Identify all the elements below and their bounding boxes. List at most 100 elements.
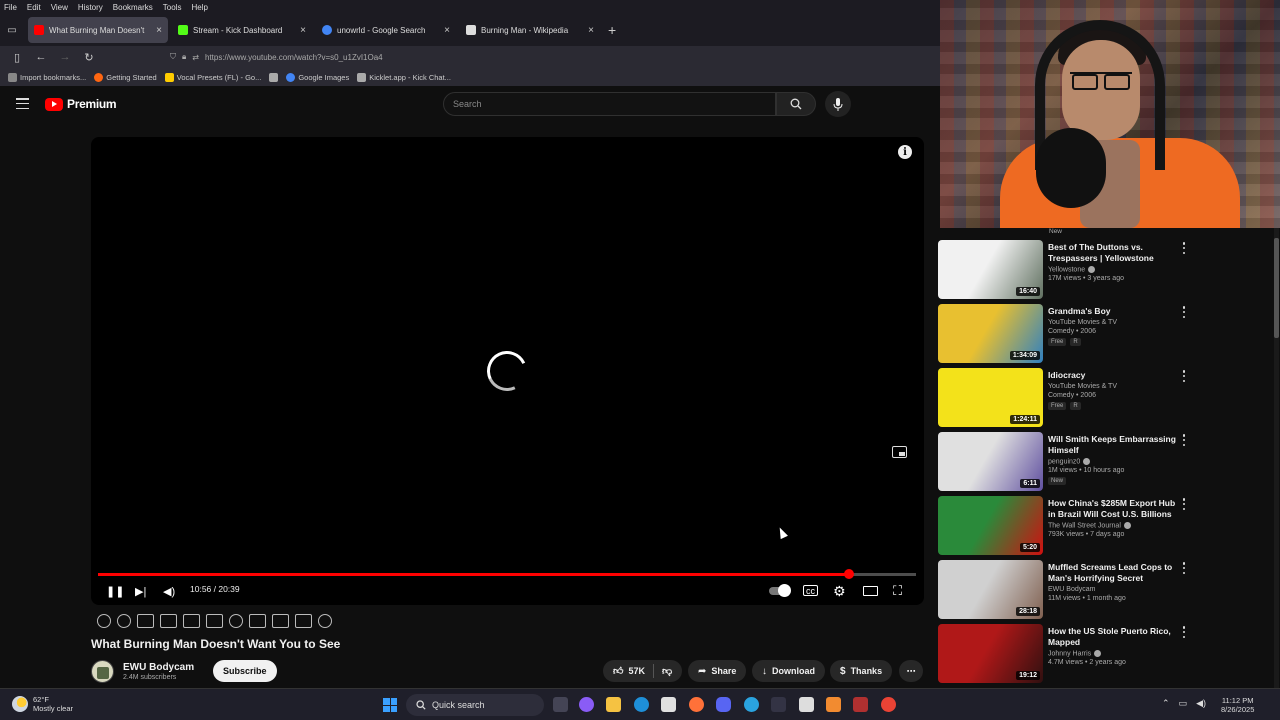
close-tab-icon[interactable]: × xyxy=(300,25,306,36)
list-item[interactable]: 1:34:09 Grandma's Boy YouTube Movies & TV C… xyxy=(938,304,1280,364)
chrome-icon[interactable] xyxy=(881,697,896,712)
video-title[interactable]: How China's $285M Export Hub in Brazil W… xyxy=(1048,498,1176,520)
add-box-icon[interactable] xyxy=(249,613,266,628)
shield-icon[interactable]: ⛉ xyxy=(170,52,176,62)
autoplay-toggle[interactable] xyxy=(769,583,791,599)
loop-icon[interactable] xyxy=(97,613,111,628)
app-icon[interactable] xyxy=(853,697,868,712)
clock[interactable]: 11:12 PM 8/26/2025 xyxy=(1221,696,1254,714)
url-bar[interactable]: ⛉ 🔒︎ ⇄ https://www.youtube.com/watch?v=s… xyxy=(170,48,930,66)
video-title[interactable]: Best of The Duttons vs. Trespassers | Ye… xyxy=(1048,242,1176,264)
scrollbar-thumb[interactable] xyxy=(1274,238,1279,338)
subscribe-button[interactable]: Subscribe xyxy=(213,660,277,682)
list-item[interactable]: 5:20 How China's $285M Export Hub in Braz… xyxy=(938,496,1280,556)
menu-file[interactable]: File xyxy=(4,3,17,12)
share-button[interactable]: ➦ Share xyxy=(688,660,747,682)
voice-search-button[interactable] xyxy=(825,91,851,117)
video-thumbnail[interactable]: 6:11 xyxy=(938,432,1043,491)
list-item[interactable]: 6:11 Will Smith Keeps Embarrassing Himsel… xyxy=(938,432,1280,492)
video-title[interactable]: Will Smith Keeps Embarrassing Himself xyxy=(1048,434,1176,456)
menu-view[interactable]: View xyxy=(51,3,68,12)
dislike-icon[interactable]: 👎︎ xyxy=(662,665,672,677)
audio-icon[interactable] xyxy=(117,613,131,628)
subtitles-icon[interactable]: cc xyxy=(803,585,818,596)
more-options-icon[interactable] xyxy=(1182,306,1186,318)
back-icon[interactable]: ← xyxy=(32,48,50,66)
network-icon[interactable]: ▭ xyxy=(1179,698,1188,709)
start-button[interactable] xyxy=(383,698,397,712)
channel-name[interactable]: EWU Bodycam xyxy=(123,662,213,673)
vlc-icon[interactable] xyxy=(826,697,841,712)
menu-history[interactable]: History xyxy=(78,3,103,12)
search-input[interactable]: Search xyxy=(443,92,776,116)
keyboard-icon[interactable] xyxy=(295,613,312,628)
list-item[interactable]: 16:40 Best of The Duttons vs. Trespassers… xyxy=(938,240,1280,300)
menu-help[interactable]: Help xyxy=(191,3,207,12)
list-item[interactable]: 28:18 Muffled Screams Lead Cops to Man's … xyxy=(938,560,1280,620)
window-icon[interactable] xyxy=(206,613,223,628)
next-icon[interactable]: ▶︎| xyxy=(135,583,146,599)
tab-youtube[interactable]: What Burning Man Doesn't × xyxy=(28,17,168,43)
tab-kick[interactable]: Stream - Kick Dashboard × xyxy=(172,17,312,43)
video-thumbnail[interactable]: 1:34:09 xyxy=(938,304,1043,363)
info-icon[interactable]: i xyxy=(898,145,912,159)
menu-icon[interactable] xyxy=(16,98,29,109)
discord-icon[interactable] xyxy=(716,697,731,712)
list-item[interactable]: 1:24:11 Idiocracy YouTube Movies & TV Comed… xyxy=(938,368,1280,428)
like-icon[interactable]: 👍︎ xyxy=(613,665,623,677)
tab-google[interactable]: unowrld - Google Search × xyxy=(316,17,456,43)
telegram-icon[interactable] xyxy=(744,697,759,712)
volume-icon[interactable]: ◀︎) xyxy=(163,583,175,599)
video-player[interactable]: i ❚❚ ▶︎| ◀︎) 10:56 / 20:39 cc ⚙ ⛶ xyxy=(91,137,924,605)
video-title[interactable]: Muffled Screams Lead Cops to Man's Horri… xyxy=(1048,562,1176,584)
download-button[interactable]: ↓ Download xyxy=(752,660,825,682)
channel-name[interactable]: YouTube Movies & TV xyxy=(1048,383,1176,390)
camera-icon[interactable] xyxy=(272,613,289,628)
forward-icon[interactable]: → xyxy=(56,48,74,66)
more-actions-button[interactable]: ⋯ xyxy=(899,660,923,682)
taskbar-search[interactable]: Quick search xyxy=(406,694,544,716)
more-options-icon[interactable] xyxy=(1182,370,1186,382)
task-view-icon[interactable] xyxy=(553,697,568,712)
scrubber-handle[interactable] xyxy=(843,569,854,579)
like-count[interactable]: 57K xyxy=(628,666,645,676)
miniplayer-icon[interactable] xyxy=(892,446,907,458)
video-title[interactable]: Idiocracy xyxy=(1048,370,1176,381)
bookmark-vocal-presets[interactable]: Vocal Presets (FL) - Go... xyxy=(164,72,261,82)
url-text[interactable]: https://www.youtube.com/watch?v=s0_u1ZvI… xyxy=(205,53,383,62)
file-explorer-icon[interactable] xyxy=(606,697,621,712)
weather-widget[interactable]: 62°F Mostly clear xyxy=(12,695,73,713)
gear-icon[interactable] xyxy=(318,613,332,628)
edge-icon[interactable] xyxy=(634,697,649,712)
copilot-icon[interactable] xyxy=(579,697,594,712)
bookmark-s[interactable] xyxy=(269,72,279,82)
channel-avatar[interactable] xyxy=(91,659,114,683)
more-options-icon[interactable] xyxy=(1182,242,1186,254)
channel-name[interactable]: YouTube Movies & TV xyxy=(1048,319,1176,326)
scrollbar[interactable] xyxy=(1274,228,1279,688)
more-options-icon[interactable] xyxy=(1182,562,1186,574)
settings-icon[interactable]: ⚙ xyxy=(833,583,846,599)
permissions-icon[interactable]: ⇄ xyxy=(192,53,199,62)
video-thumbnail[interactable]: 16:40 xyxy=(938,240,1043,299)
theater-mode-icon[interactable] xyxy=(863,586,878,596)
tab-wikipedia[interactable]: Burning Man - Wikipedia × xyxy=(460,17,600,43)
video-title[interactable]: How the US Stole Puerto Rico, Mapped xyxy=(1048,626,1176,648)
channel-name[interactable]: Yellowstone xyxy=(1048,266,1176,273)
fullscreen-icon[interactable]: ⛶ xyxy=(893,583,902,599)
tab-list-icon[interactable]: ▭ xyxy=(0,14,24,46)
video-thumbnail[interactable]: 28:18 xyxy=(938,560,1043,619)
menu-edit[interactable]: Edit xyxy=(27,3,41,12)
firefox-icon[interactable] xyxy=(689,697,704,712)
video-thumbnail[interactable]: 1:24:11 xyxy=(938,368,1043,427)
speed-icon[interactable] xyxy=(229,613,243,628)
reload-icon[interactable]: ↻ xyxy=(80,48,98,66)
more-options-icon[interactable] xyxy=(1182,626,1186,638)
more-options-icon[interactable] xyxy=(1182,498,1186,510)
channel-name[interactable]: penguinz0 xyxy=(1048,458,1176,465)
clapper-icon[interactable] xyxy=(160,613,177,628)
bookmark-google-images[interactable]: Google Images xyxy=(286,72,349,82)
search-button[interactable] xyxy=(776,92,816,116)
menu-bookmarks[interactable]: Bookmarks xyxy=(113,3,153,12)
more-options-icon[interactable] xyxy=(1182,434,1186,446)
